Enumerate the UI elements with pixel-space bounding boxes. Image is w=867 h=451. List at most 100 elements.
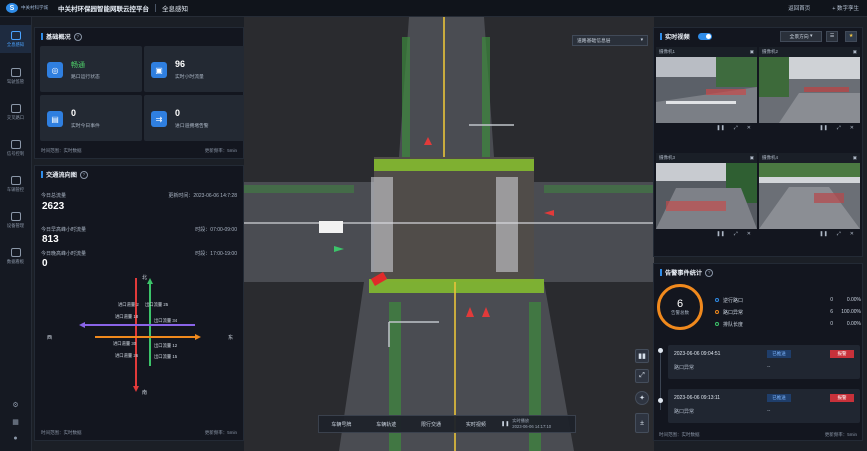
card-label: 实时小时流量 xyxy=(175,75,204,80)
total-flow-row: 今日总流量 更新时间：2023-06-06 14:7:28 xyxy=(41,193,237,199)
fullscreen-icon[interactable]: ⤢ xyxy=(837,125,841,131)
flow-direction-diagram: 北 南 西 东 进口道量 2 出口流量 25 进口道量 18 出口流量 34 进… xyxy=(47,274,233,396)
overview-title: 基础概况? xyxy=(41,32,82,41)
flow-label: 进口道量 2 xyxy=(118,301,139,308)
sidebar-item-intersection[interactable]: 交叉路口 xyxy=(0,98,31,126)
intersection-scene xyxy=(244,17,654,451)
camera-2-feed[interactable] xyxy=(759,57,860,123)
close-icon[interactable]: ✕ xyxy=(747,231,751,237)
event-push-tag: 已推送 xyxy=(767,350,791,358)
event-time: 2023-06-06 09:13:11 xyxy=(674,395,721,401)
tab-video[interactable]: 实时视频 xyxy=(453,421,498,428)
favorite-star-icon[interactable]: ★ xyxy=(845,31,857,42)
evening-peak-row: 今日晚高峰小时流量 时段：17:00-19:00 xyxy=(41,251,237,257)
zoom-tool-icon[interactable]: ± xyxy=(635,413,649,433)
intersection-icon xyxy=(10,103,21,113)
dashboard-icon xyxy=(10,247,21,257)
camera-3-feed[interactable] xyxy=(656,163,757,229)
close-icon[interactable]: ✕ xyxy=(747,125,751,131)
compass-tool-icon[interactable]: ✦ xyxy=(635,391,649,405)
flow-label: 进口道量 18 xyxy=(115,313,139,320)
help-icon[interactable]: ? xyxy=(73,32,82,41)
camera-1-controls: ❚❚ ⤢ ✕ xyxy=(656,123,757,133)
event-card[interactable]: ▤ 0 实时今日事件 xyxy=(40,95,142,141)
north-label: 北 xyxy=(142,274,147,281)
pause-icon[interactable]: ❚❚ xyxy=(498,421,512,427)
flow-panel: 交通流向图? 今日总流量 更新时间：2023-06-06 14:7:28 2623… xyxy=(34,165,244,441)
north-arrow-icon xyxy=(147,278,153,284)
help-icon[interactable]: ? xyxy=(705,268,714,277)
alarm-total-label: 告警总数 xyxy=(671,310,689,315)
tab-track[interactable]: 车辆轨迹 xyxy=(364,421,409,428)
fullscreen-icon[interactable]: ⤢ xyxy=(734,231,738,237)
west-label: 西 xyxy=(47,335,52,341)
camera-icon[interactable]: ▣ xyxy=(853,49,857,55)
split-mode-select[interactable]: 全景方向 ▾ xyxy=(780,31,822,42)
sidebar-item-perception[interactable]: 全息感知 xyxy=(0,25,31,53)
sidebar-item-driving[interactable]: 驾驶监管 xyxy=(0,62,31,90)
list-view-icon[interactable]: ☰ xyxy=(826,31,838,42)
camera-icon[interactable]: ▣ xyxy=(853,155,857,161)
event-item[interactable]: 2023-06-06 09:13:11 路口异常 已推送 报警 -- xyxy=(668,389,860,423)
camera-icon[interactable]: ▣ xyxy=(750,49,754,55)
event-detail: -- xyxy=(767,408,771,414)
event-time: 2023-06-06 09:04:51 xyxy=(674,351,721,357)
flow-label: 出口流量 12 xyxy=(154,342,178,349)
flow-card[interactable]: ▣ 96 实时小时流量 xyxy=(144,46,246,92)
video-toggle[interactable] xyxy=(697,33,712,40)
sidebar-item-vehicle[interactable]: 车辆管控 xyxy=(0,170,31,198)
camera-4-header: 摄像机4 ▣ xyxy=(759,153,860,163)
fullscreen-icon[interactable]: ⤢ xyxy=(734,125,738,131)
overview-panel: 基础概况? ◎ 畅通 路口运行状态 ▣ 96 实时小时流量 ▤ 0 实时今日事件… xyxy=(34,27,246,159)
pause-icon[interactable]: ❚❚ xyxy=(819,125,827,131)
camera-1-feed[interactable] xyxy=(656,57,757,123)
sidebar-item-label: 交叉路口 xyxy=(6,114,25,120)
card-label: 路口运行状态 xyxy=(71,75,100,80)
video-title: 实时视频 xyxy=(660,32,712,41)
sidebar-item-label: 数据看板 xyxy=(6,258,25,264)
north-crosswalk xyxy=(374,159,534,171)
settings-icon[interactable]: ⚙ xyxy=(0,399,31,411)
map-layer-select[interactable]: 道路基础信息层 ▾ xyxy=(572,35,648,46)
camera-3-header: 摄像机3 ▣ xyxy=(656,153,757,163)
module-title: 全息感知 xyxy=(162,6,188,13)
sidebar-item-device[interactable]: 设备管理 xyxy=(0,206,31,234)
sidebar-item-dashboard[interactable]: 数据看板 xyxy=(0,242,31,270)
fullscreen-tool-icon[interactable]: ⤢ xyxy=(635,369,649,383)
brand-logo[interactable]: S 中关村科学城 xyxy=(6,3,48,13)
home-link[interactable]: 返回首页 xyxy=(788,4,810,12)
user-icon[interactable]: ● xyxy=(0,432,31,444)
fullscreen-icon[interactable]: ⤢ xyxy=(837,231,841,237)
digital-twin-link[interactable]: + 数字孪生 xyxy=(832,4,859,12)
playback-info: 实时播放 2023-06-06 14:17:10 xyxy=(512,418,552,429)
south-label: 南 xyxy=(142,389,147,396)
close-icon[interactable]: ✕ xyxy=(850,231,854,237)
status-card[interactable]: ◎ 畅通 路口运行状态 xyxy=(40,46,142,92)
congestion-icon: ⇉ xyxy=(151,111,167,127)
alarm-title: 告警事件统计? xyxy=(660,268,714,277)
sidebar-item-signal[interactable]: 信号控制 xyxy=(0,134,31,162)
alarm-total-value: 6 xyxy=(676,298,684,310)
pause-icon[interactable]: ❚❚ xyxy=(716,125,724,131)
east-label: 东 xyxy=(228,334,233,341)
layers-tool-icon[interactable]: ▮▮ xyxy=(635,349,649,363)
congestion-card[interactable]: ⇉ 0 进口道拥堵告警 xyxy=(144,95,246,141)
pause-icon[interactable]: ❚❚ xyxy=(716,231,724,237)
tab-plate[interactable]: 车辆号牌 xyxy=(319,421,364,428)
card-label: 进口道拥堵告警 xyxy=(175,124,209,129)
pause-icon[interactable]: ❚❚ xyxy=(819,231,827,237)
camera-1-header: 摄像机1 ▣ xyxy=(656,47,757,57)
help-icon[interactable]: ? xyxy=(79,170,88,179)
close-icon[interactable]: ✕ xyxy=(850,125,854,131)
event-push-tag: 已推送 xyxy=(767,394,791,402)
grid-icon[interactable]: ▦ xyxy=(0,416,31,428)
event-type: 路口异常 xyxy=(674,365,695,371)
tab-restriction[interactable]: 限行交通 xyxy=(409,421,454,428)
east-crosswalk xyxy=(496,177,518,272)
intersection-map[interactable] xyxy=(244,17,654,451)
camera-4-feed[interactable] xyxy=(759,163,860,229)
camera-icon[interactable]: ▣ xyxy=(750,155,754,161)
event-type: 路口异常 xyxy=(674,409,695,415)
event-item[interactable]: 2023-06-06 09:04:51 路口异常 已推送 报警 -- xyxy=(668,345,860,379)
flow-label: 进口道量 30 xyxy=(113,340,137,347)
